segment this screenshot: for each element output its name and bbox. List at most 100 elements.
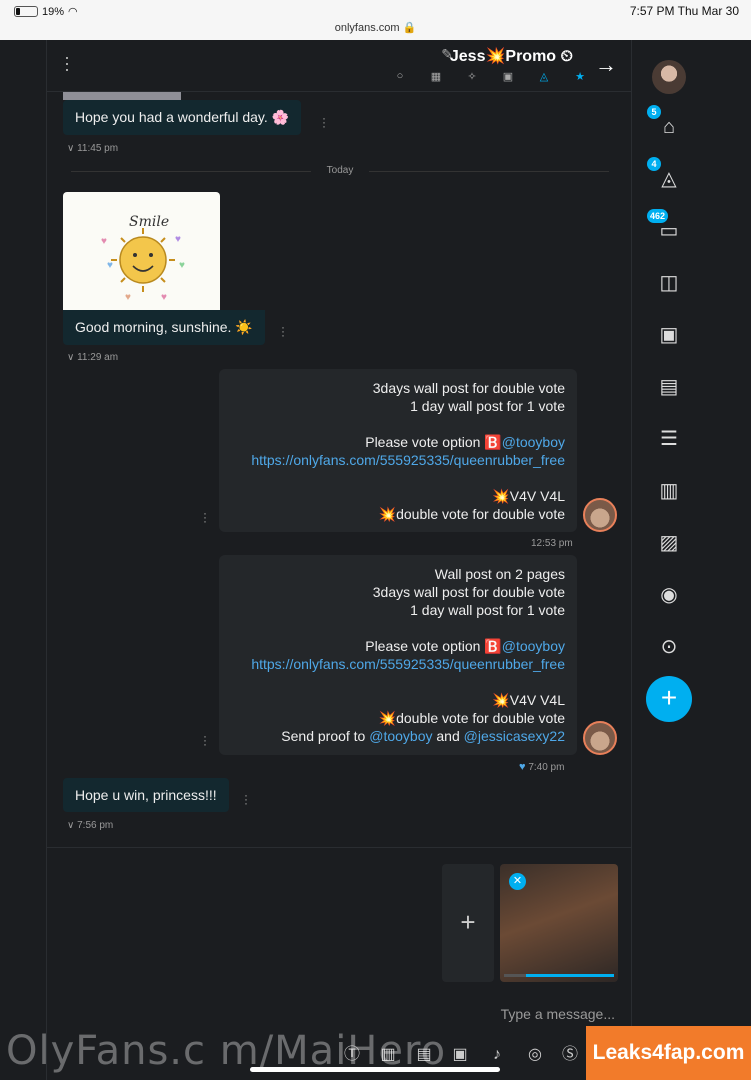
photo-caption: Smile xyxy=(129,214,169,230)
message-time: ∨ 7:56 pm xyxy=(67,820,114,831)
collections-icon[interactable]: ▣ xyxy=(652,318,686,352)
message-options-icon[interactable]: · · · xyxy=(280,321,286,341)
add-media-button[interactable]: + xyxy=(442,864,494,982)
battery-icon xyxy=(14,6,38,17)
browser-status-bar: 19% ◠ 7:57 PM Thu Mar 30 onlyfans.com 🔒 xyxy=(0,0,751,40)
new-post-button[interactable]: + xyxy=(646,676,692,722)
image-icon[interactable]: ▦ xyxy=(425,70,447,83)
home-icon[interactable]: ⌂ 5 xyxy=(647,105,686,144)
message-photo[interactable]: Smile ♥ ♥ ♥ ♥ ♥ ♥ xyxy=(63,192,220,310)
more-icon[interactable]: ⊙ xyxy=(652,630,686,664)
lists-icon[interactable]: ☰ xyxy=(652,422,686,456)
bookmark-icon[interactable]: ◫ xyxy=(652,266,686,300)
svg-text:♥: ♥ xyxy=(175,234,181,245)
message-time: ♥ 7:40 pm xyxy=(519,761,565,773)
svg-text:♥: ♥ xyxy=(161,292,167,303)
message-line: 3days wall post for double vote xyxy=(372,380,565,396)
star-icon[interactable]: ★ xyxy=(569,70,591,83)
sender-avatar[interactable] xyxy=(583,498,617,532)
message-line: 1 day wall post for 1 vote xyxy=(410,602,565,618)
incoming-message[interactable]: Hope you had a wonderful day. 🌸 xyxy=(63,100,302,135)
message-options-icon[interactable]: · · · xyxy=(321,112,327,132)
message-line: Wall post on 2 pages xyxy=(434,566,565,582)
message-time: 12:53 pm xyxy=(531,538,573,549)
smiling-sun-drawing: Smile ♥ ♥ ♥ ♥ ♥ ♥ xyxy=(101,214,185,303)
profile-link[interactable]: https://onlyfans.com/555925335/queenrubb… xyxy=(231,655,565,673)
pin-icon[interactable]: ✧ xyxy=(461,70,483,83)
sidebar-nav: ⌂ 5 ◬ 4 ▭ 462 ◫ ▣ ▤ ☰ ▥ ▨ ◉ ⊙ + xyxy=(632,40,751,1080)
mention-link[interactable]: @jessicasexy22 xyxy=(464,728,565,744)
upload-progress-bar xyxy=(504,974,614,977)
message-line: 💥double vote for double vote xyxy=(378,710,565,726)
proof-text: Send proof to xyxy=(281,728,366,744)
message-line: 💥V4V V4L xyxy=(492,488,565,504)
message-line: 💥double vote for double vote xyxy=(378,506,565,522)
messages-icon[interactable]: ▭ 462 xyxy=(647,209,686,248)
profile-link[interactable]: https://onlyfans.com/555925335/queenrubb… xyxy=(231,451,565,469)
notifications-badge: 4 xyxy=(647,157,661,171)
chat-panel: · · · ✎ Jess💥Promo ⏲ → ★ ◬ ▣ ✧ ▦ ○ Hope yo… xyxy=(46,40,633,1080)
calendar-icon[interactable]: ▤ xyxy=(652,370,686,404)
message-time: ∨ 11:45 pm xyxy=(67,143,119,154)
svg-text:♥: ♥ xyxy=(101,236,107,247)
address-bar[interactable]: onlyfans.com 🔒 xyxy=(0,21,751,34)
messages-badge: 462 xyxy=(647,209,669,223)
profile-icon[interactable]: ◉ xyxy=(652,578,686,612)
dollar-icon[interactable]: Ⓢ xyxy=(559,1044,581,1066)
message-input[interactable]: Type a message... xyxy=(501,1006,615,1022)
message-line: Please vote option 🅱️@tooyboy xyxy=(231,637,565,655)
heart-icon[interactable]: ♥ xyxy=(519,761,526,773)
svg-text:♥: ♥ xyxy=(179,260,185,271)
incoming-message[interactable]: Hope u win, princess!!! xyxy=(63,778,229,812)
bell-icon[interactable]: ◬ xyxy=(533,70,555,83)
mention-link[interactable]: @tooyboy xyxy=(502,638,565,654)
compose-divider xyxy=(47,847,633,848)
outgoing-message[interactable]: 3days wall post for double vote 1 day wa… xyxy=(219,369,577,532)
outgoing-message[interactable]: Wall post on 2 pages 3days wall post for… xyxy=(219,555,577,755)
back-arrow-icon[interactable]: → xyxy=(595,52,617,78)
date-divider: Today xyxy=(47,165,633,176)
chat-title[interactable]: Jess💥Promo ⏲ xyxy=(450,46,573,66)
chat-header: · · · ✎ Jess💥Promo ⏲ → ★ ◬ ▣ ✧ ▦ ○ xyxy=(47,40,633,92)
svg-text:♥: ♥ xyxy=(107,260,113,271)
message-line: 3days wall post for double vote xyxy=(372,584,565,600)
sender-avatar[interactable] xyxy=(583,721,617,755)
battery-indicator: 19% ◠ xyxy=(14,5,78,18)
message-line: Please vote option 🅱️@tooyboy xyxy=(231,433,565,451)
vote-text: Please vote option 🅱️ xyxy=(365,434,502,450)
home-indicator xyxy=(250,1067,500,1072)
conjunction-text: and xyxy=(436,728,460,744)
mention-link[interactable]: @tooyboy xyxy=(369,728,432,744)
watermark-badge: Leaks4fap.com xyxy=(586,1026,751,1080)
image-icon[interactable]: ▣ xyxy=(449,1044,471,1066)
target-icon[interactable]: ◎ xyxy=(524,1044,546,1066)
message-options-icon[interactable]: · · · xyxy=(202,507,208,527)
incoming-message[interactable]: Good morning, sunshine. ☀️ xyxy=(63,310,265,345)
box-icon[interactable]: ▣ xyxy=(497,70,519,83)
svg-text:♥: ♥ xyxy=(125,292,131,303)
more-options-icon[interactable]: · · · xyxy=(63,48,71,78)
app-window: · · · ✎ Jess💥Promo ⏲ → ★ ◬ ▣ ✧ ▦ ○ Hope yo… xyxy=(0,40,751,1080)
close-icon[interactable]: ✕ xyxy=(509,873,526,890)
home-badge: 5 xyxy=(647,105,661,119)
upload-progress-fill xyxy=(526,974,614,977)
message-options-icon[interactable]: · · · xyxy=(243,789,249,809)
profile-avatar[interactable] xyxy=(652,60,686,94)
quoted-message-bar xyxy=(63,92,181,100)
mention-link[interactable]: @tooyboy xyxy=(502,434,565,450)
message-time: ∨ 11:29 am xyxy=(67,352,119,363)
clock: 7:57 PM Thu Mar 30 xyxy=(629,4,739,18)
chat-header-actions: ★ ◬ ▣ ✧ ▦ ○ xyxy=(389,70,591,83)
vault-image-icon[interactable]: ▨ xyxy=(652,526,686,560)
message-line: Send proof to @tooyboy and @jessicasexy2… xyxy=(231,727,565,745)
message-line: 1 day wall post for 1 vote xyxy=(410,398,565,414)
attached-media-thumbnail[interactable]: ✕ xyxy=(500,864,618,982)
statistics-icon[interactable]: ▥ xyxy=(652,474,686,508)
search-icon[interactable]: ○ xyxy=(389,70,411,83)
mic-icon[interactable]: ♪ xyxy=(486,1044,508,1066)
vote-text: Please vote option 🅱️ xyxy=(365,638,502,654)
wifi-icon: ◠ xyxy=(68,6,78,18)
notifications-bell-icon[interactable]: ◬ 4 xyxy=(647,157,686,196)
message-options-icon[interactable]: · · · xyxy=(202,730,208,750)
message-line: 💥V4V V4L xyxy=(492,692,565,708)
